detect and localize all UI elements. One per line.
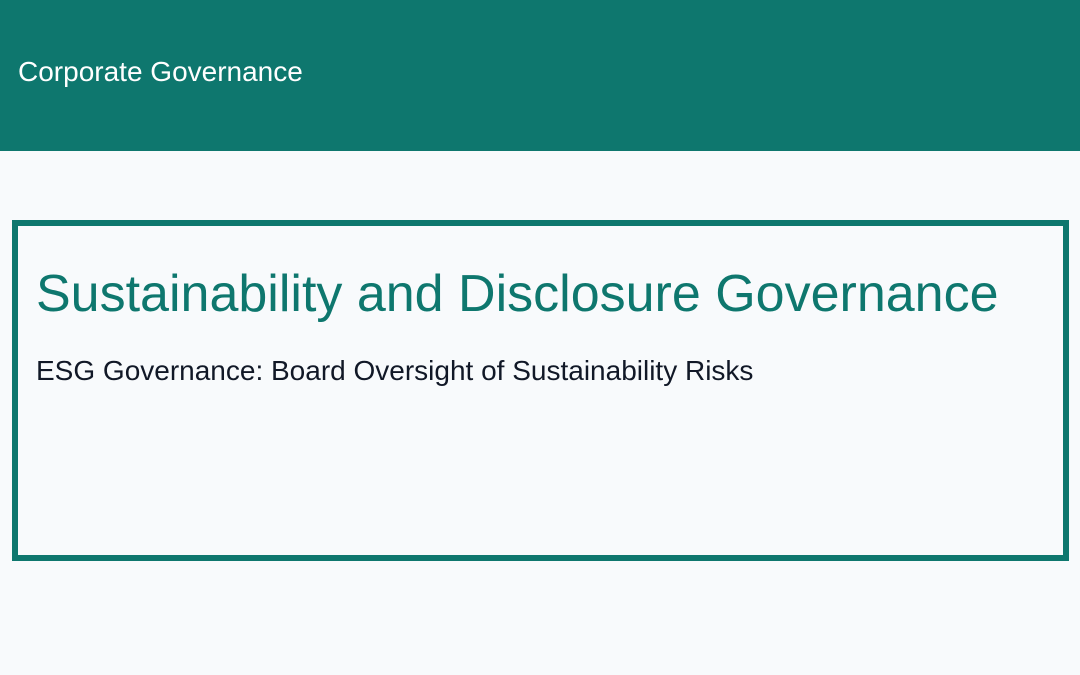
header-title: Corporate Governance xyxy=(18,56,303,87)
content-card: Sustainability and Disclosure Governance… xyxy=(12,220,1069,561)
card-title: Sustainability and Disclosure Governance xyxy=(36,265,999,323)
top-header-bar: Corporate Governance xyxy=(0,0,1080,151)
card-subtitle: ESG Governance: Board Oversight of Susta… xyxy=(36,355,754,386)
